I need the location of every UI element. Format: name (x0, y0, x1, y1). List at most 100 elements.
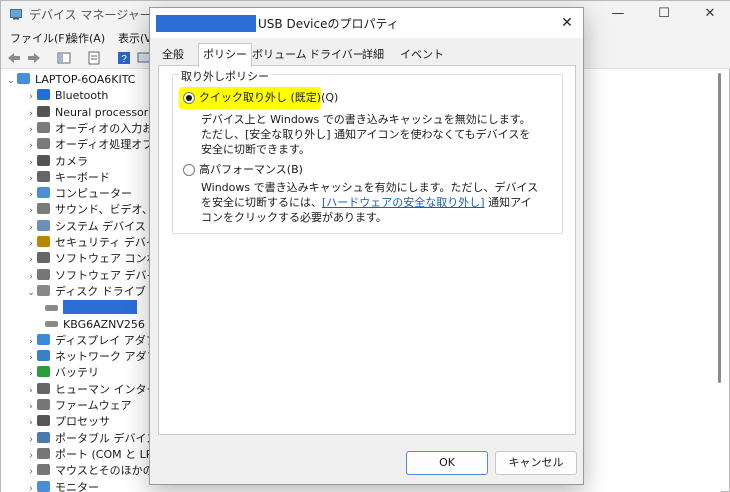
better-performance-description: Windows で書き込みキャッシュを有効にします。ただし、デバイスを安全に切断… (201, 180, 541, 225)
tree-category[interactable]: › オーディオ処理オブジ (25, 137, 164, 153)
chevron-right-icon[interactable]: › (25, 187, 37, 203)
tree-category[interactable]: › Bluetooth (25, 88, 108, 104)
chevron-right-icon[interactable]: › (25, 383, 37, 399)
cancel-button[interactable]: キャンセル (495, 451, 577, 475)
chevron-right-icon[interactable]: › (25, 366, 37, 382)
chevron-right-icon[interactable]: › (25, 155, 37, 171)
minimize-button[interactable]: — (595, 1, 641, 27)
back-arrow-icon[interactable] (6, 50, 22, 66)
dialog-close-button[interactable]: ✕ (554, 10, 580, 36)
tree-root-computer[interactable]: ⌄ LAPTOP-6OA6KITC (5, 72, 135, 88)
device-category-icon (37, 382, 50, 394)
tab-events[interactable]: イベント (396, 46, 448, 66)
chevron-right-icon[interactable]: › (25, 138, 37, 154)
device-category-icon (37, 203, 50, 215)
document-icon[interactable] (86, 50, 102, 66)
tree-category[interactable]: › ポート (COM と LPT) (25, 447, 163, 463)
chevron-right-icon[interactable]: › (25, 220, 37, 236)
tree-category-label: ポート (COM と LPT) (55, 447, 164, 461)
chevron-down-icon[interactable]: ⌄ (25, 285, 37, 301)
chevron-right-icon[interactable]: › (25, 203, 37, 219)
device-category-icon (37, 333, 50, 345)
tree-category[interactable]: › Neural processors (25, 105, 154, 121)
tree-category-label: コンピューター (55, 187, 132, 201)
tree-root-label: LAPTOP-6OA6KITC (35, 73, 136, 86)
tree-category[interactable]: › キーボード (25, 170, 110, 186)
tab-general[interactable]: 全般 (158, 46, 188, 66)
chevron-right-icon[interactable]: › (25, 448, 37, 464)
chevron-right-icon[interactable]: › (25, 334, 37, 350)
properties-view-icon[interactable] (56, 50, 72, 66)
tree-category[interactable]: › セキュリティ デバイス (25, 235, 168, 251)
tree-category[interactable]: › システム デバイス (25, 219, 146, 235)
tab-policy[interactable]: ポリシー (198, 43, 252, 67)
tab-details[interactable]: 詳細 (358, 46, 388, 66)
help-icon[interactable]: ? (116, 50, 132, 66)
close-window-button[interactable]: ✕ (687, 1, 730, 27)
tree-category[interactable]: › カメラ (25, 154, 88, 170)
chevron-right-icon[interactable]: › (25, 269, 37, 285)
tree-category-label: オーディオの入力およ (55, 121, 165, 135)
device-category-icon (37, 138, 50, 150)
better-performance-radio[interactable] (183, 164, 195, 176)
device-category-icon (37, 431, 50, 443)
tree-category[interactable]: › バッテリ (25, 365, 99, 381)
device-category-icon (37, 105, 50, 117)
chevron-right-icon[interactable]: › (25, 415, 37, 431)
tree-category[interactable]: › マウスとそのほかのポ (25, 463, 165, 479)
chevron-right-icon[interactable]: › (25, 106, 37, 122)
device-category-icon (37, 236, 50, 247)
ok-button[interactable]: OK (406, 451, 488, 475)
tree-category[interactable]: › プロセッサ (25, 414, 110, 430)
device-category-icon (37, 350, 50, 362)
menu-view[interactable]: 表示(V (118, 30, 152, 46)
device-manager-title: デバイス マネージャー (29, 8, 152, 22)
tree-child-label: KBG6AZNV256 (63, 317, 145, 331)
device-category-icon (37, 415, 50, 427)
tree-category-label: ディスク ドライブ (55, 284, 146, 298)
device-category-icon (37, 170, 50, 182)
device-category-icon (37, 284, 50, 296)
tree-child-disk[interactable]: KBG6AZNV256 (45, 317, 145, 333)
computer-icon (17, 73, 30, 84)
tree-category-label: オーディオ処理オブジ (55, 138, 165, 152)
chevron-right-icon[interactable]: › (25, 122, 37, 138)
chevron-right-icon[interactable]: › (25, 236, 37, 252)
dialog-titlebar: USB Deviceのプロパティ ✕ (150, 8, 583, 38)
tree-category-label: Bluetooth (55, 89, 109, 103)
tree-category-label: Neural processors (55, 105, 155, 119)
tree-category-label: システム デバイス (55, 219, 146, 233)
forward-arrow-icon[interactable] (26, 50, 42, 66)
chevron-right-icon[interactable]: › (25, 171, 37, 187)
chevron-right-icon[interactable]: › (25, 481, 37, 492)
tree-category[interactable]: › モニター (25, 480, 99, 492)
maximize-button[interactable]: ☐ (641, 1, 687, 27)
chevron-right-icon[interactable]: › (25, 432, 37, 448)
quick-removal-description: デバイス上と Windows での書き込みキャッシュを無効にします。ただし、[安… (201, 113, 531, 156)
chevron-down-icon[interactable]: ⌄ (5, 73, 17, 89)
tab-volume[interactable]: ボリューム (248, 46, 311, 66)
chevron-right-icon[interactable]: › (25, 252, 37, 268)
better-performance-label[interactable]: 高パフォーマンス(B) (199, 162, 303, 178)
tree-category[interactable]: › ポータブル デバイス (25, 431, 157, 447)
chevron-right-icon[interactable]: › (25, 399, 37, 415)
device-manager-icon (10, 9, 22, 20)
tree-category[interactable]: › ファームウェア (25, 398, 132, 414)
menu-file[interactable]: ファイル(F) (10, 30, 69, 46)
chevron-right-icon[interactable]: › (25, 464, 37, 480)
tree-category-label: プロセッサ (55, 415, 110, 429)
tree-child-disk[interactable] (45, 300, 137, 316)
chevron-right-icon[interactable]: › (25, 89, 37, 105)
chevron-right-icon[interactable]: › (25, 350, 37, 366)
tree-category[interactable]: › ソフトウェア デバイス (25, 268, 168, 284)
safely-remove-hardware-link[interactable]: [ハードウェアの安全な取り外し] (322, 196, 485, 209)
tree-category[interactable]: ⌄ ディスク ドライブ (25, 284, 146, 300)
redacted-device-name (156, 15, 256, 32)
menu-action[interactable]: 操作(A) (67, 30, 105, 46)
tree-scrollbar[interactable] (718, 73, 721, 383)
quick-removal-radio[interactable] (183, 92, 195, 104)
tree-category[interactable]: › コンピューター (25, 186, 132, 202)
quick-removal-label[interactable]: クイック取り外し (既定)(Q) (199, 90, 338, 106)
tree-category[interactable]: › オーディオの入力およ (25, 121, 164, 137)
tree-category-label: ポータブル デバイス (55, 431, 158, 445)
